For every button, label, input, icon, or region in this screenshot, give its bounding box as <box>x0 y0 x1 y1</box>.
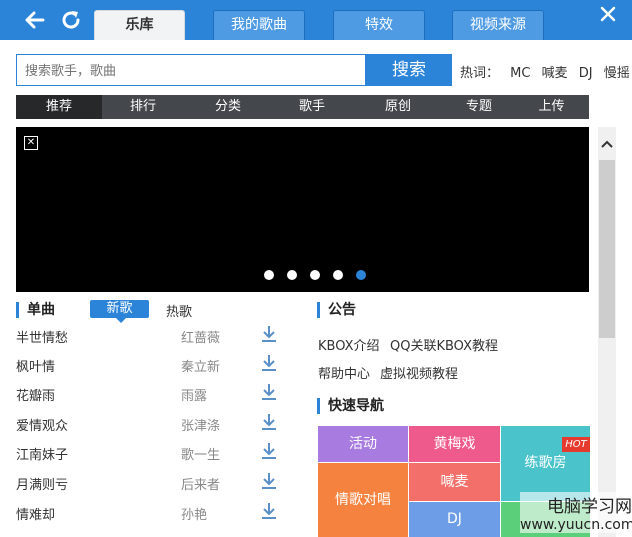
tile-qingge-duichang[interactable]: 情歌对唱 <box>318 463 408 537</box>
category-shangchuan[interactable]: 上传 <box>514 95 589 119</box>
category-bar: 推荐 排行 分类 歌手 原创 专题 上传 <box>16 95 589 119</box>
scrollbar-thumb[interactable] <box>599 160 615 338</box>
download-icon[interactable] <box>261 472 277 490</box>
song-name[interactable]: 半世情愁 <box>16 327 68 346</box>
song-row[interactable]: 枫叶情 秦立新 <box>16 349 286 379</box>
song-name[interactable]: 江南妹子 <box>16 444 68 463</box>
link-virtual-video-tutorial[interactable]: 虚拟视频教程 <box>380 363 458 382</box>
scroll-up-icon[interactable] <box>598 135 616 153</box>
watermark-line1: 电脑学习网 <box>520 492 632 517</box>
tile-huodong[interactable]: 活动 <box>318 426 408 462</box>
song-name[interactable]: 情难却 <box>16 504 55 523</box>
top-bar: 乐库 我的歌曲 特效 视频来源 <box>0 0 632 40</box>
download-icon[interactable] <box>261 502 277 520</box>
search-box <box>16 54 366 86</box>
song-row[interactable]: 爱情观众 张津涤 <box>16 408 286 438</box>
watermark-line2: www.yuucn.com <box>520 517 632 533</box>
song-row[interactable]: 江南妹子 歌一生 <box>16 437 286 467</box>
singles-title: 单曲 <box>16 302 55 318</box>
link-help-center[interactable]: 帮助中心 <box>318 363 370 382</box>
category-tuijian[interactable]: 推荐 <box>16 95 102 119</box>
song-row[interactable]: 半世情愁 红蔷薇 <box>16 320 286 350</box>
song-artist[interactable]: 歌一生 <box>181 444 220 463</box>
hotword-mc[interactable]: MC <box>510 66 530 81</box>
hotword-hanmai[interactable]: 喊麦 <box>542 66 568 81</box>
carousel-dot[interactable] <box>287 270 297 280</box>
link-kbox-intro[interactable]: KBOX介绍 <box>318 335 380 354</box>
song-name[interactable]: 花瓣雨 <box>16 385 55 404</box>
refresh-icon[interactable] <box>58 7 84 33</box>
tab-leku[interactable]: 乐库 <box>94 10 185 40</box>
tab-hot-songs[interactable]: 热歌 <box>166 301 192 320</box>
download-icon[interactable] <box>261 383 277 401</box>
download-icon[interactable] <box>261 442 277 460</box>
back-arrow-icon[interactable] <box>22 7 48 33</box>
hotwords: 热词： MC 喊麦 DJ 慢摇 <box>460 62 632 81</box>
song-artist[interactable]: 秦立新 <box>181 356 220 375</box>
tab-my-songs[interactable]: 我的歌曲 <box>213 10 305 40</box>
tab-effects[interactable]: 特效 <box>333 10 425 40</box>
broken-image-icon: ✕ <box>24 136 38 150</box>
song-name[interactable]: 月满则亏 <box>16 474 68 493</box>
category-fenlei[interactable]: 分类 <box>184 95 272 119</box>
song-artist[interactable]: 后来者 <box>181 474 220 493</box>
song-row[interactable]: 情难却 孙艳 <box>16 497 286 527</box>
watermark: 电脑学习网 www.yuucn.com <box>520 492 632 533</box>
hotword-dj[interactable]: DJ <box>579 66 593 81</box>
song-row[interactable]: 月满则亏 后来者 <box>16 467 286 497</box>
carousel-dot-active[interactable] <box>356 270 366 280</box>
banner-carousel[interactable]: ✕ <box>16 127 589 292</box>
song-name[interactable]: 枫叶情 <box>16 356 55 375</box>
song-name[interactable]: 爱情观众 <box>16 415 68 434</box>
carousel-dot[interactable] <box>264 270 274 280</box>
category-geshou[interactable]: 歌手 <box>272 95 352 119</box>
tab-new-songs[interactable]: 新歌 <box>90 300 149 318</box>
tile-dj[interactable]: DJ <box>409 502 500 537</box>
category-zhuanti[interactable]: 专题 <box>444 95 514 119</box>
download-icon[interactable] <box>261 325 277 343</box>
tile-hanmai[interactable]: 喊麦 <box>409 463 500 501</box>
notice-title: 公告 <box>317 302 356 318</box>
song-artist[interactable]: 张津涤 <box>181 415 220 434</box>
hot-badge: HOT <box>562 437 590 452</box>
category-paihang[interactable]: 排行 <box>102 95 184 119</box>
quicknav-title: 快速导航 <box>317 398 384 414</box>
song-row[interactable]: 花瓣雨 雨露 <box>16 378 286 408</box>
song-artist[interactable]: 红蔷薇 <box>181 327 220 346</box>
carousel-dot[interactable] <box>310 270 320 280</box>
carousel-dot[interactable] <box>333 270 343 280</box>
search-button[interactable]: 搜索 <box>366 54 452 86</box>
tile-huangmeixi[interactable]: 黄梅戏 <box>409 426 500 462</box>
tab-video-source[interactable]: 视频来源 <box>452 10 544 40</box>
download-icon[interactable] <box>261 413 277 431</box>
link-qq-kbox-tutorial[interactable]: QQ关联KBOX教程 <box>390 335 498 354</box>
song-artist[interactable]: 雨露 <box>181 385 207 404</box>
category-yuanchuang[interactable]: 原创 <box>352 95 444 119</box>
search-input[interactable] <box>17 55 365 85</box>
song-artist[interactable]: 孙艳 <box>181 504 207 523</box>
hotwords-label: 热词： <box>460 66 500 81</box>
scrollbar[interactable] <box>598 127 616 537</box>
close-icon[interactable] <box>598 4 618 24</box>
hotword-manyao[interactable]: 慢摇 <box>604 66 630 81</box>
download-icon[interactable] <box>261 354 277 372</box>
